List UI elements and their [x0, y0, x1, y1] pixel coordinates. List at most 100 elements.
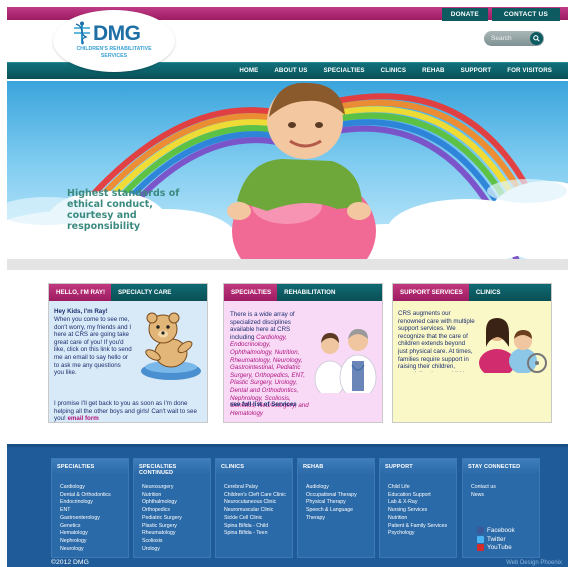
nav-item-for-visitors[interactable]: FOR VISITORS [507, 67, 552, 74]
facebook-label: Facebook [487, 527, 515, 534]
email-form-link[interactable]: email form [67, 415, 98, 422]
footer-link[interactable]: Occupational Therapy [306, 492, 374, 500]
support-text-top: CRS augments our renowned care with mult… [398, 310, 475, 372]
footer-link[interactable]: Cardiology [60, 484, 128, 492]
search-button[interactable] [530, 32, 543, 45]
footer-link[interactable]: Cerebral Palsy [224, 484, 292, 492]
footer-link[interactable]: Dental & Orthodontics [60, 492, 128, 500]
full-services-link[interactable]: see full list of Services [230, 401, 297, 409]
nav-item-clinics[interactable]: CLINICS [381, 67, 406, 74]
footer-link[interactable]: Rheumatology [142, 530, 210, 538]
footer-link[interactable]: Sickle Cell Clinic [224, 515, 292, 523]
footer-link[interactable]: Nursing Services [388, 507, 456, 515]
twitter-label: Twitter [487, 535, 506, 543]
search-box [484, 31, 544, 46]
ray-heading: Hey Kids, I'm Ray! [54, 308, 108, 315]
twitter-icon [477, 535, 484, 543]
youtube-link[interactable]: YouTube [477, 544, 515, 551]
twitter-link[interactable]: Twitter [477, 535, 515, 543]
ray-box-tabs: HELLO, I'M RAY! SPECIALTY CARE [49, 284, 207, 301]
footer-link[interactable]: Neuromuscular Clinic [224, 507, 292, 515]
ray-bear-mascot [141, 312, 201, 380]
logo-tagline: CHILDREN'S REHABILITATIVE SERVICES [76, 46, 152, 59]
footer-link[interactable]: Hematology [60, 530, 128, 538]
specialties-box-tabs: SPECIALTIES REHABILITATION [224, 284, 382, 301]
nav-item-specialties[interactable]: SPECIALTIES [323, 67, 364, 74]
support-box-tabs: SUPPORT SERVICES CLINICS [393, 284, 551, 301]
footer-column-support: SUPPORT Child Life Education Support Lab… [379, 458, 457, 558]
footer-link-news[interactable]: News [471, 492, 539, 500]
footer-link[interactable]: Plastic Surgery [142, 523, 210, 531]
site-logo[interactable]: DMG CHILDREN'S REHABILITATIVE SERVICES [53, 10, 175, 72]
ray-text: When you come to see me, don't worry, my… [54, 316, 132, 377]
footer-link[interactable]: Gastroenterology [60, 515, 128, 523]
hero-banner: Highest standards of ethical conduct, co… [7, 81, 568, 259]
facebook-icon [477, 527, 484, 534]
design-credit-link[interactable]: Web Design Phoenix [506, 560, 562, 566]
footer-link[interactable]: Spina Bifida - Teen [224, 530, 292, 538]
footer-link[interactable]: Children's Cleft Care Clinic [224, 492, 292, 500]
hero-tagline: Highest standards of ethical conduct, co… [67, 188, 180, 232]
footer-link[interactable]: Neurosurgery [142, 484, 210, 492]
tab-support-services[interactable]: SUPPORT SERVICES [393, 284, 469, 301]
tab-specialties[interactable]: SPECIALTIES [224, 284, 278, 301]
search-input[interactable] [491, 35, 529, 42]
nav-item-about-us[interactable]: ABOUT US [274, 67, 307, 74]
footer-column-title: REHAB [298, 459, 374, 474]
footer-link[interactable]: Spina Bifida - Child [224, 523, 292, 531]
utility-links: DONATE CONTACT US [441, 8, 560, 21]
footer-column-clinics: CLINICS Cerebral Palsy Children's Cleft … [215, 458, 293, 558]
footer-link[interactable]: Genetics [60, 523, 128, 531]
footer-link[interactable]: Urology [142, 546, 210, 554]
footer-column-specialties: SPECIALTIES Cardiology Dental & Orthodon… [51, 458, 129, 558]
footer-link[interactable]: Nutrition [388, 515, 456, 523]
ray-text-continued: I promise I'll get back to you as soon a… [54, 400, 206, 423]
footer-link[interactable]: Nutrition [142, 492, 210, 500]
footer-link[interactable]: Audiology [306, 484, 374, 492]
nav-item-rehab[interactable]: REHAB [422, 67, 445, 74]
footer-link[interactable]: Psychology [388, 530, 456, 538]
footer-link[interactable]: Endocrinology [60, 499, 128, 507]
footer-link[interactable]: Speech & Language [306, 507, 374, 515]
footer-link[interactable]: ENT [60, 507, 128, 515]
caduceus-logo-icon [74, 21, 90, 45]
footer-column-title: SPECIALTIES CONTINUED [134, 459, 210, 476]
site-footer: SPECIALTIES Cardiology Dental & Orthodon… [7, 444, 568, 567]
footer-link[interactable]: Nephrology [60, 538, 128, 546]
footer-link[interactable]: Ophthalmology [142, 499, 210, 507]
nav-item-home[interactable]: HOME [239, 67, 258, 74]
donate-button[interactable]: DONATE [441, 8, 488, 21]
nav-item-support[interactable]: SUPPORT [461, 67, 492, 74]
footer-column-title: CLINICS [216, 459, 292, 474]
footer-link[interactable]: Orthopedics [142, 507, 210, 515]
footer-link-contact-us[interactable]: Contact us [471, 484, 539, 492]
footer-link[interactable]: Therapy [306, 515, 374, 523]
ray-box: HELLO, I'M RAY! SPECIALTY CARE Hey Kids,… [48, 283, 208, 423]
footer-link[interactable]: Pediatric Surgery [142, 515, 210, 523]
tab-rehabilitation[interactable]: REHABILITATION [277, 284, 341, 301]
section-divider [7, 259, 568, 270]
footer-link[interactable]: Neurology [60, 546, 128, 554]
footer-column-rehab: REHAB Audiology Occupational Therapy Phy… [297, 458, 375, 558]
footer-link[interactable]: Neurocutaneous Clinic [224, 499, 292, 507]
family-photo [479, 318, 547, 373]
tab-specialty-care[interactable]: SPECIALTY CARE [111, 284, 177, 301]
search-icon [533, 35, 540, 42]
tab-clinics[interactable]: CLINICS [469, 284, 507, 301]
footer-column-title: SUPPORT [380, 459, 456, 474]
doctors-photo [314, 329, 377, 393]
youtube-icon [477, 544, 484, 551]
logo-name: DMG [93, 22, 141, 45]
footer-link[interactable]: Education Support [388, 492, 456, 500]
footer-link[interactable]: Child Life [388, 484, 456, 492]
footer-link[interactable]: Physical Therapy [306, 499, 374, 507]
footer-column-specialties-continued: SPECIALTIES CONTINUED Neurosurgery Nutri… [133, 458, 211, 558]
contact-us-button[interactable]: CONTACT US [491, 8, 560, 21]
tab-hello-ray[interactable]: HELLO, I'M RAY! [49, 284, 112, 301]
copyright: ©2012 DMG [51, 559, 89, 566]
footer-link[interactable]: Lab & X-Ray [388, 499, 456, 507]
footer-link[interactable]: Scoliosis [142, 538, 210, 546]
footer-link[interactable]: Patient & Family Services [388, 523, 456, 531]
facebook-link[interactable]: Facebook [477, 527, 515, 534]
specialties-box: SPECIALTIES REHABILITATION There is a wi… [223, 283, 383, 423]
